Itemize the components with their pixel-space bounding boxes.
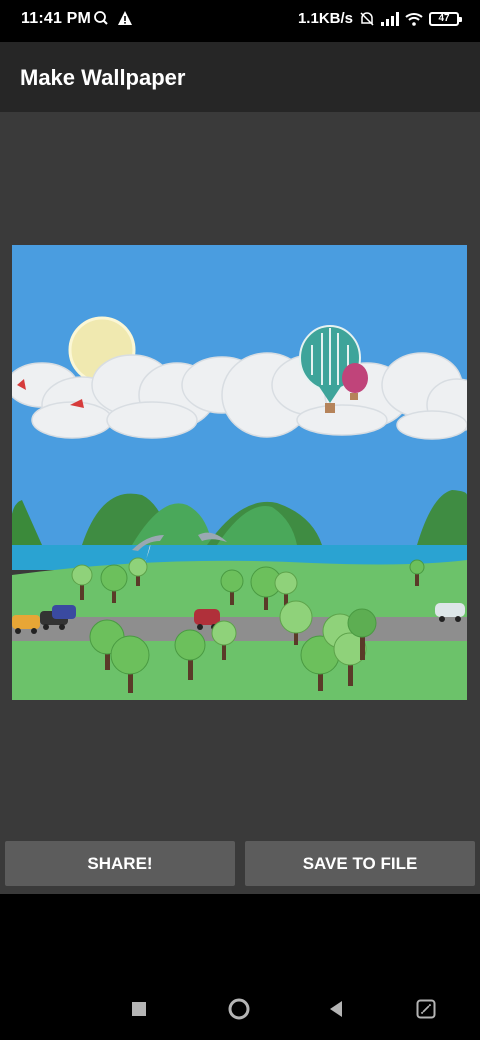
battery-level: 47 bbox=[438, 12, 450, 24]
navigation-bar bbox=[0, 894, 480, 1040]
share-button[interactable]: SHARE! bbox=[5, 841, 235, 886]
recents-icon bbox=[132, 1002, 146, 1016]
mute-icon bbox=[360, 11, 374, 26]
screenshot-icon bbox=[416, 999, 436, 1019]
home-button[interactable] bbox=[219, 994, 259, 1024]
wallpaper-image bbox=[12, 245, 467, 700]
home-icon bbox=[228, 998, 250, 1020]
status-bar: 11:41 PM 1.1KB/s 47 bbox=[0, 0, 480, 42]
network-speed: 1.1KB/s bbox=[297, 10, 353, 27]
battery-icon: 47 bbox=[429, 11, 462, 26]
status-system-icons: 1.1KB/s 47 bbox=[297, 10, 462, 27]
signal-icon bbox=[381, 11, 399, 26]
save-to-file-button[interactable]: SAVE TO FILE bbox=[245, 841, 475, 886]
main-content: SHARE! SAVE TO FILE bbox=[0, 112, 480, 894]
app-bar: Make Wallpaper bbox=[0, 42, 480, 112]
sync-icon bbox=[94, 11, 108, 25]
warning-icon bbox=[118, 11, 132, 25]
wallpaper-preview bbox=[12, 245, 467, 700]
wifi-icon bbox=[405, 12, 423, 26]
status-notification-icons bbox=[93, 10, 133, 26]
page-title: Make Wallpaper bbox=[20, 65, 186, 90]
screenshot-button[interactable] bbox=[406, 994, 446, 1024]
recents-button[interactable] bbox=[119, 994, 159, 1024]
status-time: 11:41 PM bbox=[21, 10, 92, 27]
back-button[interactable] bbox=[316, 994, 356, 1024]
back-icon bbox=[330, 1001, 342, 1017]
